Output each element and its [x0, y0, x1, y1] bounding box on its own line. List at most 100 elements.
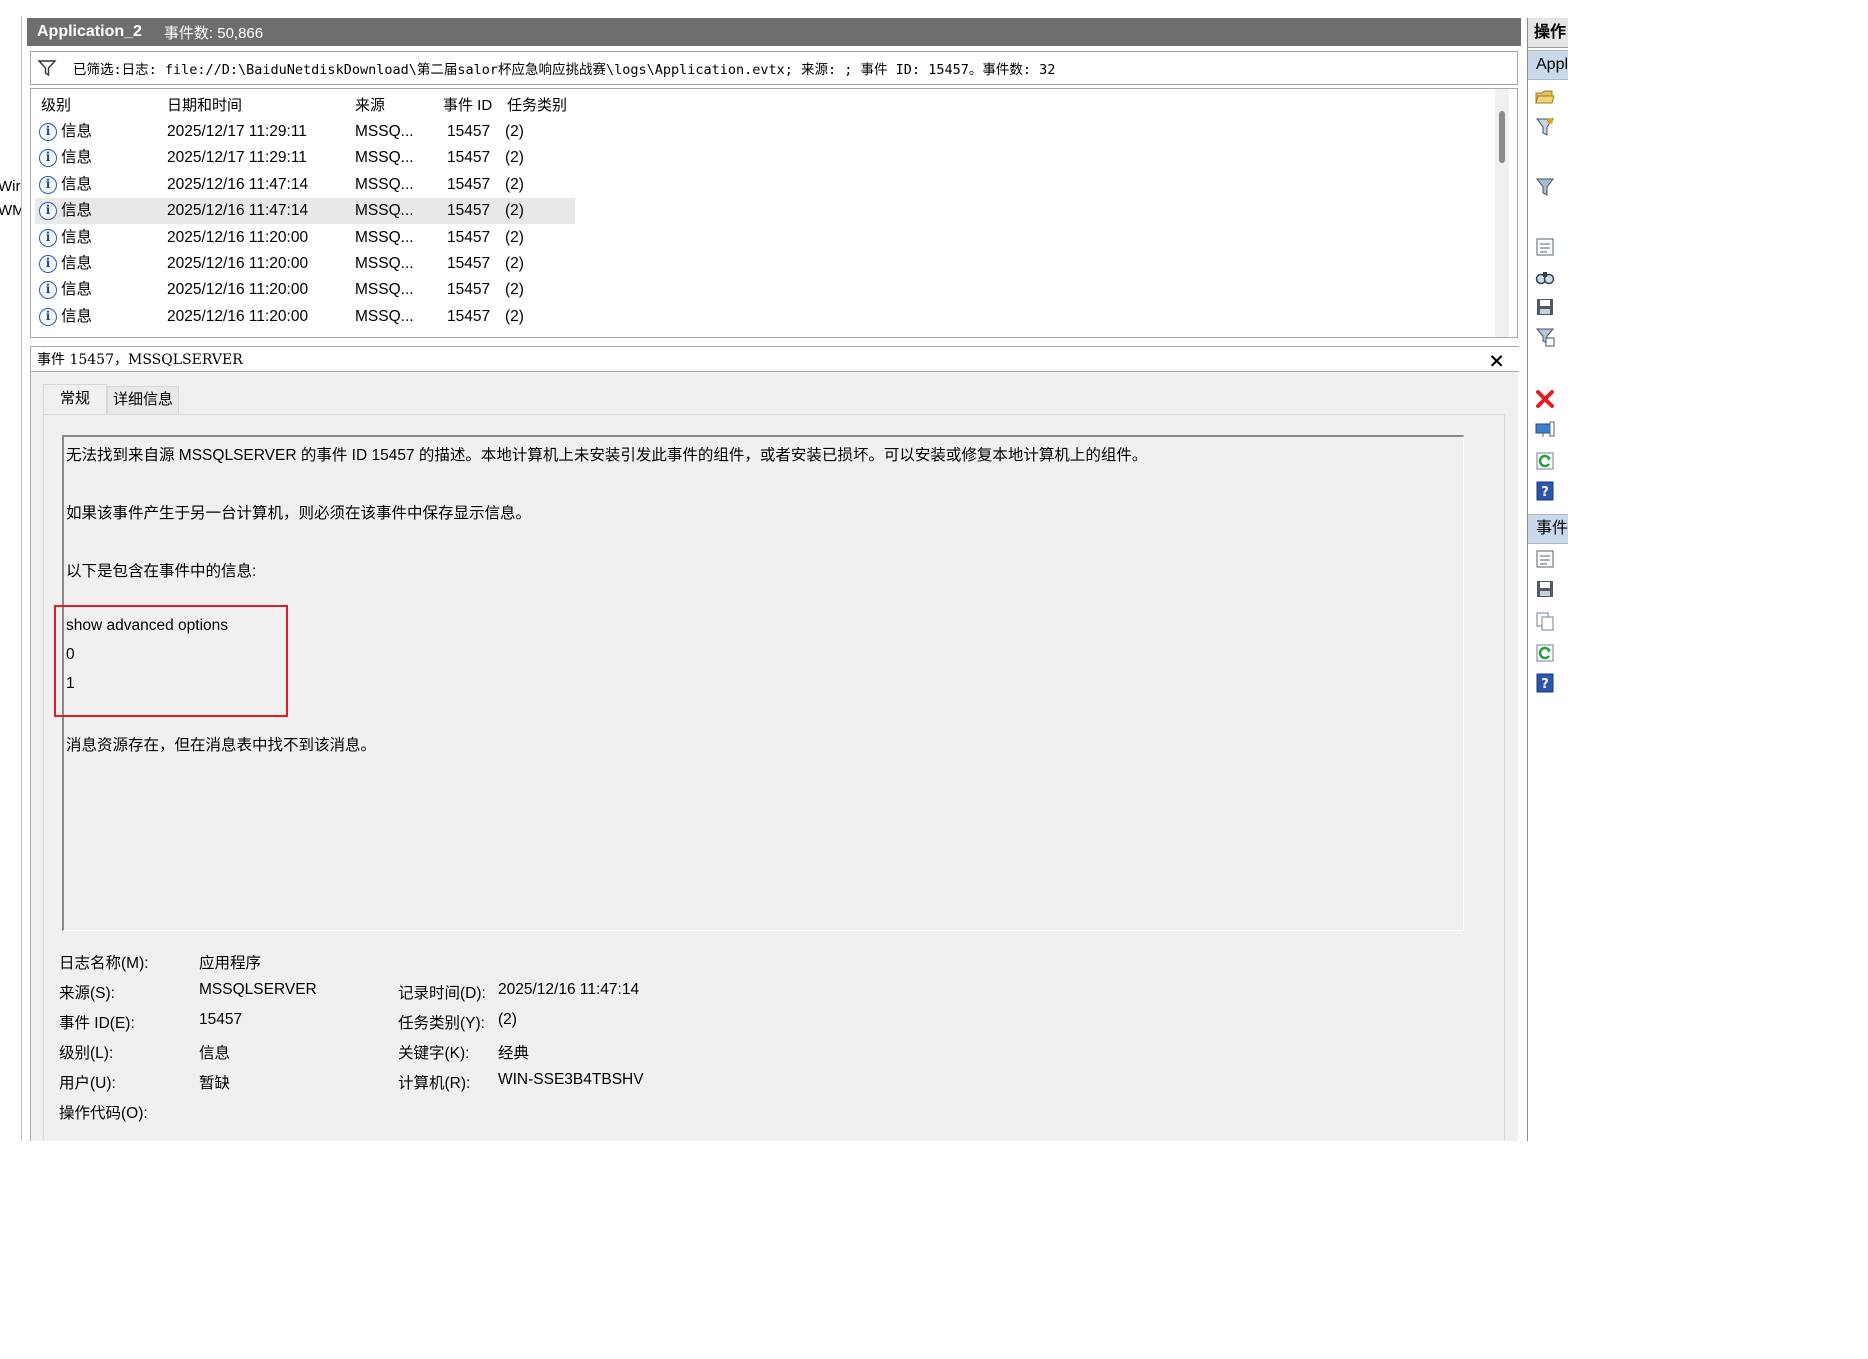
- cell-task-category: (2): [505, 228, 524, 246]
- log-header: Application_2 事件数: 50,866: [27, 18, 1521, 46]
- event-description[interactable]: 无法找到来自源 MSSQLSERVER 的事件 ID 15457 的描述。本地计…: [54, 435, 1464, 931]
- navigation-tree-pane[interactable]: Wir WM: [0, 16, 22, 1141]
- info-icon: i: [39, 149, 57, 168]
- cell-level: 信息: [61, 255, 93, 272]
- event-detail-pane: 事件 15457，MSSQLSERVER × 常规 详细信息 无法找到来自源 M…: [30, 346, 1519, 1141]
- cell-task-category: (2): [505, 255, 524, 272]
- general-tab-panel: 无法找到来自源 MSSQLSERVER 的事件 ID 15457 的描述。本地计…: [43, 414, 1505, 1141]
- info-icon: i: [39, 228, 57, 247]
- detail-title: 事件 15457，MSSQLSERVER: [37, 352, 243, 368]
- close-icon[interactable]: ×: [1488, 349, 1505, 371]
- properties-icon[interactable]: [1534, 236, 1556, 258]
- info-icon: i: [39, 202, 57, 221]
- cell-task-category: (2): [505, 307, 524, 325]
- cell-level: 信息: [61, 202, 93, 220]
- view-icon[interactable]: [1534, 418, 1556, 440]
- logged-value: 2025/12/16 11:47:14: [498, 981, 640, 998]
- cell-source: MSSQ...: [355, 123, 414, 140]
- cell-level: 信息: [61, 228, 93, 246]
- open-folder-icon[interactable]: [1534, 86, 1556, 108]
- table-row[interactable]: i 信息 2025/12/16 11:20:00 MSSQ... 15457 (2): [35, 225, 575, 251]
- table-row[interactable]: i 信息 2025/12/16 11:20:00 MSSQ... 15457 (2): [35, 251, 575, 277]
- find-icon[interactable]: [1534, 266, 1556, 288]
- cell-event-id: 15457: [447, 228, 491, 246]
- cell-task-category: (2): [505, 202, 524, 220]
- column-header-level[interactable]: 级别: [41, 89, 71, 119]
- cell-event-id: 15457: [447, 307, 491, 325]
- cell-event-id: 15457: [447, 149, 491, 167]
- logged-label: 记录时间(D):: [398, 985, 486, 1002]
- cell-event-id: 15457: [447, 123, 491, 140]
- filter-icon[interactable]: [1534, 116, 1556, 138]
- cell-source: MSSQ...: [355, 175, 414, 193]
- cell-task-category: (2): [505, 175, 524, 193]
- level-value: 信息: [199, 1045, 231, 1062]
- cell-event-id: 15457: [447, 255, 491, 272]
- keywords-value: 经典: [498, 1045, 530, 1062]
- actions-pane: 操作 Appl ? 事件 ?: [1527, 18, 1568, 1141]
- actions-section-event[interactable]: 事件: [1528, 514, 1568, 544]
- refresh-icon[interactable]: [1534, 642, 1556, 664]
- column-header-source[interactable]: 来源: [355, 89, 385, 119]
- funnel-icon[interactable]: [1534, 176, 1556, 198]
- description-line: 无法找到来自源 MSSQLSERVER 的事件 ID 15457 的描述。本地计…: [66, 447, 1148, 464]
- computer-label: 计算机(R):: [398, 1075, 471, 1092]
- cell-level: 信息: [61, 149, 93, 167]
- event-properties-icon[interactable]: [1534, 548, 1556, 570]
- cell-task-category: (2): [505, 281, 524, 299]
- cell-datetime: 2025/12/16 11:20:00: [167, 228, 309, 246]
- copy-icon[interactable]: [1534, 610, 1556, 632]
- save-icon[interactable]: [1534, 578, 1556, 600]
- table-row[interactable]: i 信息 2025/12/17 11:29:11 MSSQ... 15457 (2): [35, 145, 575, 171]
- cell-event-id: 15457: [447, 281, 491, 299]
- table-row[interactable]: i 信息 2025/12/16 11:20:00 MSSQ... 15457 (2): [35, 277, 575, 303]
- tree-item-fragment[interactable]: WM: [0, 202, 21, 219]
- cell-source: MSSQ...: [355, 202, 414, 220]
- scroll-thumb[interactable]: [1499, 111, 1505, 163]
- cell-level: 信息: [61, 281, 93, 299]
- computer-value: WIN-SSE3B4TBSHV: [498, 1071, 644, 1088]
- description-line: 消息资源存在，但在消息表中找不到该消息。: [66, 737, 377, 754]
- source-label: 来源(S):: [59, 985, 115, 1002]
- event-list[interactable]: 级别 日期和时间 来源 事件 ID 任务类别 i 信息 2025/12/17 11:…: [30, 88, 1518, 338]
- cell-datetime: 2025/12/16 11:20:00: [167, 255, 309, 272]
- column-header-task-category[interactable]: 任务类别: [507, 89, 567, 119]
- event-id-value: 15457: [199, 1011, 243, 1028]
- user-value: 暂缺: [199, 1075, 231, 1092]
- tab-general[interactable]: 常规: [43, 384, 107, 414]
- cell-source: MSSQ...: [355, 228, 414, 246]
- tree-item-fragment[interactable]: Wir: [0, 178, 21, 195]
- table-row[interactable]: i 信息 2025/12/16 11:47:14 MSSQ... 15457 (2): [35, 198, 575, 225]
- info-icon: i: [39, 123, 57, 141]
- log-name-label: 日志名称(M):: [59, 955, 149, 972]
- cell-event-id: 15457: [447, 175, 491, 193]
- save-icon[interactable]: [1534, 296, 1556, 318]
- cell-datetime: 2025/12/16 11:47:14: [167, 175, 309, 193]
- cell-task-category: (2): [505, 149, 524, 167]
- delete-icon[interactable]: [1534, 388, 1556, 410]
- description-line: 如果该事件产生于另一台计算机，则必须在该事件中保存显示信息。: [66, 505, 532, 522]
- tab-details[interactable]: 详细信息: [107, 386, 179, 414]
- svg-text:?: ?: [1541, 485, 1549, 500]
- table-row[interactable]: i 信息 2025/12/17 11:29:11 MSSQ... 15457 (2): [35, 119, 575, 145]
- list-scrollbar[interactable]: [1495, 89, 1509, 337]
- info-icon: i: [39, 281, 57, 300]
- cell-task-category: (2): [505, 123, 524, 140]
- column-header-event-id[interactable]: 事件 ID: [443, 89, 492, 119]
- cell-datetime: 2025/12/16 11:20:00: [167, 307, 309, 325]
- table-row[interactable]: i 信息 2025/12/16 11:47:14 MSSQ... 15457 (2): [35, 172, 575, 198]
- actions-section-log[interactable]: Appl: [1528, 50, 1568, 80]
- detail-title-bar: 事件 15457，MSSQLSERVER ×: [31, 346, 1519, 372]
- highlight-annotation-box: [54, 605, 288, 717]
- level-label: 级别(L):: [59, 1045, 114, 1062]
- refresh-icon[interactable]: [1534, 450, 1556, 472]
- attach-task-icon[interactable]: [1534, 326, 1556, 348]
- cell-source: MSSQ...: [355, 149, 414, 167]
- column-header-datetime[interactable]: 日期和时间: [167, 89, 242, 119]
- help-icon[interactable]: ?: [1534, 480, 1556, 502]
- help-icon[interactable]: ?: [1534, 672, 1556, 694]
- table-row[interactable]: i 信息 2025/12/16 11:20:00 MSSQ... 15457 (2): [35, 304, 575, 330]
- source-value: MSSQLSERVER: [199, 981, 317, 998]
- cell-level: 信息: [61, 175, 93, 193]
- info-icon: i: [39, 255, 57, 273]
